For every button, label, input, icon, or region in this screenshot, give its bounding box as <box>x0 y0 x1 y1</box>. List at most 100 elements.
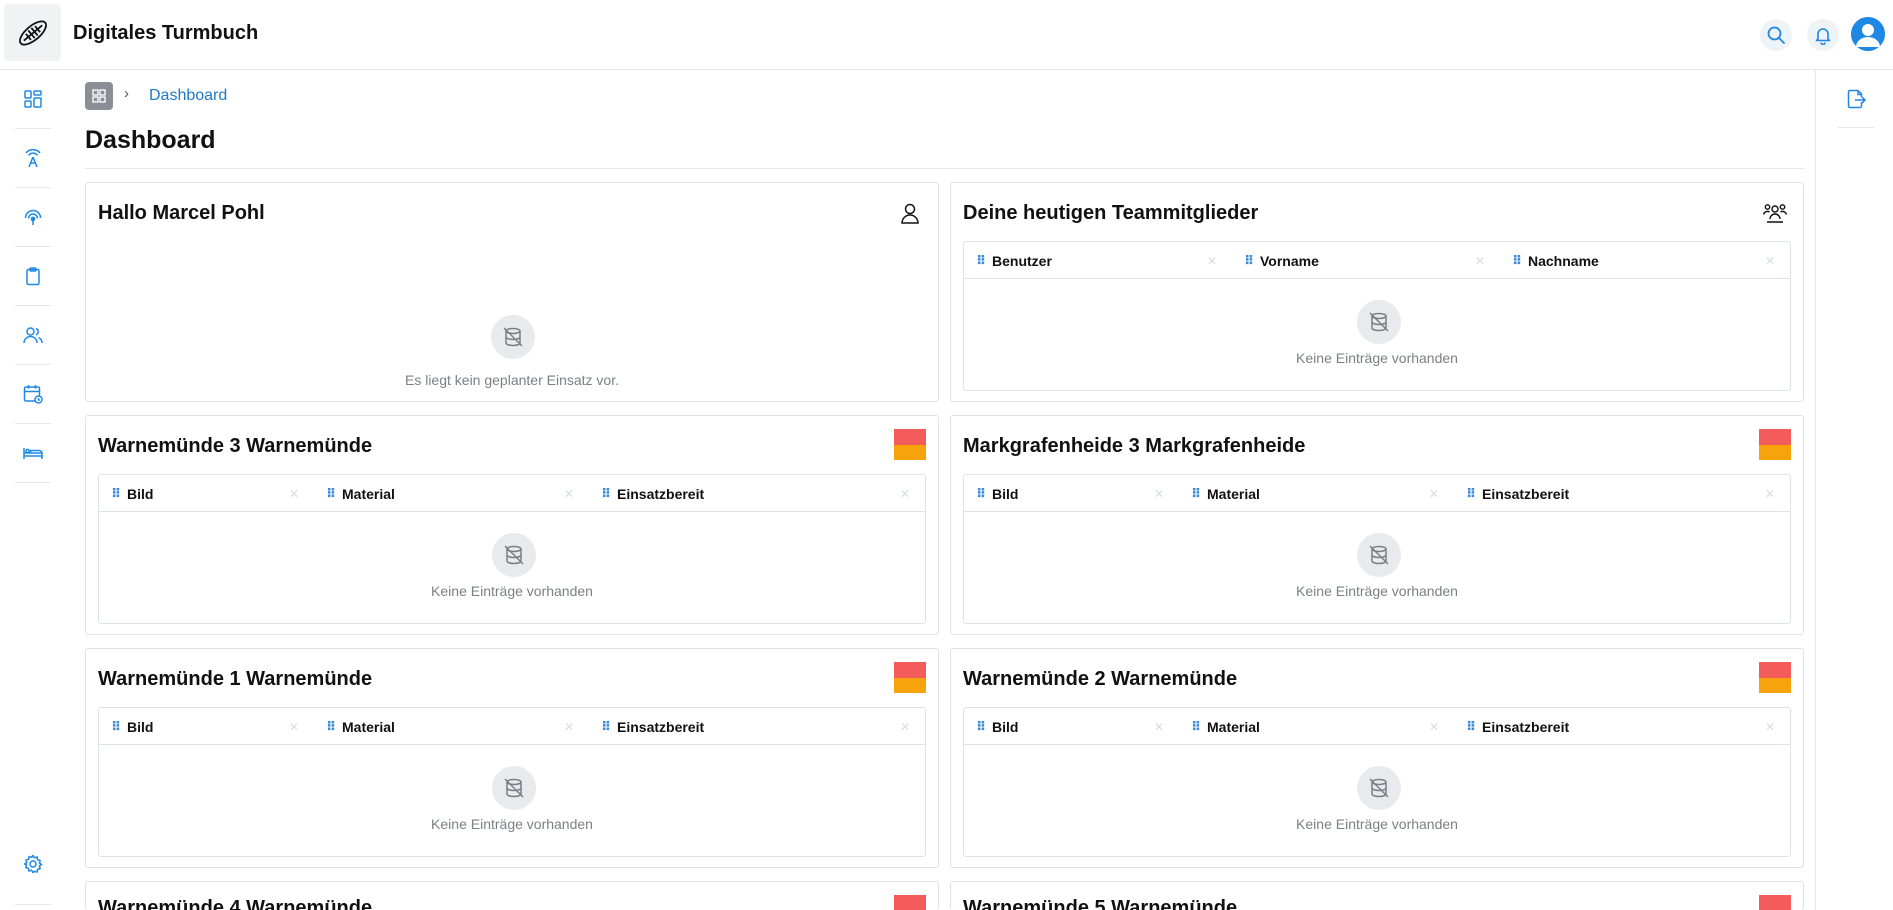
column-close-icon[interactable]: ✕ <box>1765 720 1775 734</box>
user-avatar[interactable] <box>1851 17 1885 51</box>
column-close-icon[interactable]: ✕ <box>1154 720 1164 734</box>
right-rail <box>1815 70 1893 910</box>
tower-radio-icon <box>25 148 41 168</box>
sidebar-item-schedule[interactable] <box>15 365 51 424</box>
drag-handle-icon[interactable]: ⠿ <box>601 486 615 502</box>
column-header[interactable]: ⠿ Material <box>326 708 395 745</box>
drag-handle-icon[interactable]: ⠿ <box>601 719 615 735</box>
drag-handle-icon[interactable]: ⠿ <box>1244 253 1258 269</box>
team-table: ⠿ Benutzer ✕ ⠿ Vorname ✕ ⠿ Nachname ✕ Keine… <box>963 241 1791 391</box>
column-header[interactable]: ⠿ Material <box>1191 475 1260 512</box>
drag-handle-icon[interactable]: ⠿ <box>1191 719 1205 735</box>
column-close-icon[interactable]: ✕ <box>1765 254 1775 268</box>
column-close-icon[interactable]: ✕ <box>900 487 910 501</box>
clipboard-icon <box>26 267 40 286</box>
lifeguard-flag-icon <box>1759 895 1791 910</box>
breadcrumb-current[interactable]: Dashboard <box>149 87 227 105</box>
lifeguard-flag-icon <box>894 895 926 910</box>
user-icon <box>894 197 926 229</box>
surfboard-logo-icon <box>18 20 47 45</box>
column-close-icon[interactable]: ✕ <box>289 487 299 501</box>
drag-handle-icon[interactable]: ⠿ <box>1466 486 1480 502</box>
welcome-card: Hallo Marcel Pohl Es liegt kein geplante… <box>85 182 939 402</box>
column-header[interactable]: ⠿ Material <box>1191 708 1260 745</box>
material-table: ⠿ Bild ✕ ⠿ Material ✕ ⠿ Einsatzbereit ✕ Kei… <box>963 707 1791 857</box>
drag-handle-icon[interactable]: ⠿ <box>976 486 990 502</box>
column-header[interactable]: ⠿ Bild <box>976 475 1018 512</box>
drag-handle-icon[interactable]: ⠿ <box>1512 253 1526 269</box>
column-header[interactable]: ⠿ Bild <box>111 708 153 745</box>
drag-handle-icon[interactable]: ⠿ <box>1466 719 1480 735</box>
export-button[interactable] <box>1838 70 1874 128</box>
column-header[interactable]: ⠿ Einsatzbereit <box>1466 708 1569 745</box>
no-data-icon <box>492 533 536 577</box>
dashboard-icon <box>92 89 106 103</box>
bell-icon <box>1815 28 1831 45</box>
team-icon <box>1759 197 1791 229</box>
sidebar-item-logbook[interactable] <box>15 247 51 306</box>
column-close-icon[interactable]: ✕ <box>289 720 299 734</box>
welcome-title: Hallo Marcel Pohl <box>98 202 265 224</box>
app-logo[interactable] <box>4 4 61 61</box>
notifications-button[interactable] <box>1807 19 1839 51</box>
column-header[interactable]: ⠿ Material <box>326 475 395 512</box>
lifeguard-flag-icon <box>894 429 926 460</box>
sidebar-item-radio[interactable] <box>15 188 51 247</box>
sidebar-item-towers[interactable] <box>15 129 51 188</box>
column-header[interactable]: ⠿ Einsatzbereit <box>601 708 704 745</box>
column-header[interactable]: ⠿ Bild <box>976 708 1018 745</box>
column-close-icon[interactable]: ✕ <box>564 487 574 501</box>
no-data-icon <box>1357 766 1401 810</box>
users-icon <box>23 327 43 344</box>
column-header[interactable]: ⠿ Einsatzbereit <box>601 475 704 512</box>
lifeguard-flag-icon <box>1759 662 1791 693</box>
column-close-icon[interactable]: ✕ <box>1429 487 1439 501</box>
drag-handle-icon[interactable]: ⠿ <box>111 719 125 735</box>
column-close-icon[interactable]: ✕ <box>564 720 574 734</box>
column-close-icon[interactable]: ✕ <box>900 720 910 734</box>
column-close-icon[interactable]: ✕ <box>1207 254 1217 268</box>
no-data-icon <box>1357 533 1401 577</box>
drag-handle-icon[interactable]: ⠿ <box>1191 486 1205 502</box>
drag-handle-icon[interactable]: ⠿ <box>976 719 990 735</box>
sidebar-item-dashboard[interactable] <box>15 70 51 129</box>
title-divider <box>85 168 1804 169</box>
drag-handle-icon[interactable]: ⠿ <box>326 719 340 735</box>
settings-button[interactable] <box>15 846 51 882</box>
empty-state-text: Keine Einträge vorhanden <box>431 583 593 599</box>
column-close-icon[interactable]: ✕ <box>1154 487 1164 501</box>
column-header[interactable]: ⠿ Benutzer <box>976 242 1052 279</box>
column-header[interactable]: ⠿ Nachname <box>1512 242 1599 279</box>
station-card: Warnemünde 2 Warnemünde ⠿ Bild ✕ ⠿ Materia… <box>950 648 1804 868</box>
team-card: Deine heutigen Teammitglieder ⠿ Benutzer … <box>950 182 1804 402</box>
station-title: Warnemünde 4 Warnemünde <box>98 897 373 910</box>
sidebar-divider <box>15 904 51 905</box>
empty-state-text: Keine Einträge vorhanden <box>431 816 593 832</box>
drag-handle-icon[interactable]: ⠿ <box>976 253 990 269</box>
column-header[interactable]: ⠿ Vorname <box>1244 242 1319 279</box>
column-close-icon[interactable]: ✕ <box>1765 487 1775 501</box>
user-avatar-icon <box>1851 17 1885 51</box>
calendar-icon <box>23 385 43 404</box>
station-title: Warnemünde 3 Warnemünde <box>98 435 373 457</box>
sidebar-item-accommodation[interactable] <box>15 424 51 483</box>
drag-handle-icon[interactable]: ⠿ <box>111 486 125 502</box>
empty-state-text: Keine Einträge vorhanden <box>1296 816 1458 832</box>
material-table-header: ⠿ Bild ✕ ⠿ Material ✕ ⠿ Einsatzbereit ✕ <box>99 708 925 745</box>
breadcrumb-home[interactable] <box>85 82 113 110</box>
station-title: Warnemünde 2 Warnemünde <box>963 668 1238 690</box>
column-header[interactable]: ⠿ Bild <box>111 475 153 512</box>
file-export-icon <box>1847 89 1867 108</box>
column-close-icon[interactable]: ✕ <box>1429 720 1439 734</box>
material-table: ⠿ Bild ✕ ⠿ Material ✕ ⠿ Einsatzbereit ✕ Kei… <box>98 474 926 624</box>
material-table-header: ⠿ Bild ✕ ⠿ Material ✕ ⠿ Einsatzbereit ✕ <box>99 475 925 512</box>
search-button[interactable] <box>1760 19 1792 51</box>
no-data-icon <box>492 766 536 810</box>
drag-handle-icon[interactable]: ⠿ <box>326 486 340 502</box>
dashboard-icon <box>24 90 42 108</box>
column-close-icon[interactable]: ✕ <box>1475 254 1485 268</box>
column-header[interactable]: ⠿ Einsatzbereit <box>1466 475 1569 512</box>
radio-signal-icon <box>24 209 42 225</box>
lifeguard-flag-icon <box>894 662 926 693</box>
sidebar-item-users[interactable] <box>15 306 51 365</box>
